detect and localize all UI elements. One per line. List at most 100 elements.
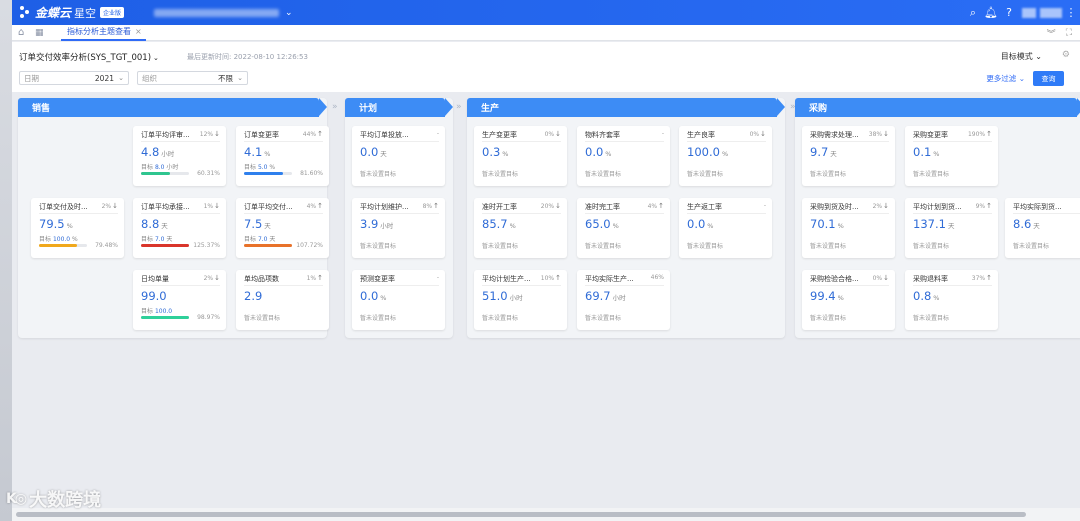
- completion-ratio: 81.60%: [300, 170, 323, 177]
- more-filter-link[interactable]: 更多过滤 ⌄: [986, 73, 1025, 84]
- home-icon[interactable]: ⌂: [18, 27, 32, 38]
- help-icon[interactable]: ?: [1000, 0, 1018, 25]
- indicator-card[interactable]: 单均品项数 1%↑ 2.9 暂未设置目标: [236, 270, 329, 330]
- indicator-card[interactable]: 订单交付及时... 2%↓ 79.5% 目标 100.0 % 79.48%: [31, 198, 124, 258]
- chevron-down-icon[interactable]: ⌄: [285, 8, 293, 18]
- indicator-card[interactable]: 平均实际生产... 46% 69.7 小时 暂未设置目标: [577, 270, 670, 330]
- value-unit: %: [933, 150, 940, 158]
- indicator-name: 生产返工率: [687, 203, 722, 211]
- indicator-card[interactable]: 预测变更率 - 0.0% 暂未设置目标: [352, 270, 445, 330]
- target-label: 目标: [141, 164, 154, 171]
- indicator-card[interactable]: 平均计划生产... 10%↑ 51.0 小时 暂未设置目标: [474, 270, 567, 330]
- indicator-value: 65.0%: [585, 217, 619, 231]
- indicator-card[interactable]: 准时开工率 20%↓ 85.7% 暂未设置目标: [474, 198, 567, 258]
- report-selector[interactable]: 订单交付效率分析(SYS_TGT_001) ⌄: [19, 51, 159, 63]
- kingdee-logo-icon: [20, 5, 30, 20]
- account-selector-blurred[interactable]: [154, 8, 280, 17]
- value-number: 8.8: [141, 217, 160, 231]
- completion-ratio: 107.72%: [296, 242, 323, 249]
- value-number: 0.3: [482, 145, 501, 159]
- no-target-text: 暂未设置目标: [482, 243, 519, 250]
- indicator-value: 70.1%: [810, 217, 844, 231]
- bell-icon[interactable]: 🔔︎: [982, 0, 1000, 25]
- change-value: 190%: [967, 131, 986, 138]
- no-target-text: 暂未设置目标: [482, 315, 519, 322]
- change-value: 1%: [203, 203, 214, 210]
- value-unit: 天: [264, 222, 271, 230]
- trend-down-icon: ↓: [760, 130, 766, 138]
- target-line: 目标 100.0 %: [39, 234, 78, 243]
- divider: [360, 285, 439, 286]
- query-button[interactable]: 查询: [1033, 71, 1064, 86]
- gear-icon[interactable]: ⚙: [1062, 50, 1070, 60]
- indicator-card[interactable]: 平均实际到货... 8.6 天暂未设置目标: [1005, 198, 1080, 258]
- indicator-card[interactable]: 采购退料率 37%↑ 0.8% 暂未设置目标: [905, 270, 998, 330]
- avatar[interactable]: [1022, 7, 1036, 18]
- trend-up-icon: ↑: [433, 202, 439, 210]
- indicator-card[interactable]: 平均计划维护... 8%↑ 3.9 小时 暂未设置目标: [352, 198, 445, 258]
- apps-grid-icon[interactable]: ▦: [35, 28, 49, 38]
- divider: [585, 213, 664, 214]
- watermark-text: 大数跨境: [29, 490, 102, 511]
- search-icon[interactable]: ⌕: [964, 0, 982, 25]
- fullscreen-icon[interactable]: ⛶: [1066, 28, 1072, 38]
- progress-bar: [244, 172, 292, 175]
- change-value: -: [763, 202, 766, 209]
- indicator-card[interactable]: 生产良率 0%↓ 100.0% 暂未设置目标: [679, 126, 772, 186]
- change-value: 0%: [872, 275, 883, 282]
- divider: [482, 141, 561, 142]
- indicator-card[interactable]: 采购变更率 190%↑ 0.1% 暂未设置目标: [905, 126, 998, 186]
- value-unit: %: [66, 222, 73, 230]
- target-value: 5.0: [257, 164, 268, 171]
- divider: [141, 285, 220, 286]
- indicator-card[interactable]: 订单平均评审... 12%↓ 4.8 小时 目标 8.0 小时 60.31%: [133, 126, 226, 186]
- change-value: 0%: [749, 131, 760, 138]
- org-filter[interactable]: 组织 不限 ⌄: [137, 71, 248, 85]
- more-icon[interactable]: ⋮: [1062, 0, 1080, 25]
- indicator-name: 物料齐套率: [585, 131, 620, 139]
- target-line: 目标 7.0 天: [141, 234, 172, 243]
- horizontal-scrollbar[interactable]: [12, 508, 1080, 521]
- trend-down-icon: ↓: [883, 202, 889, 210]
- divider: [810, 285, 889, 286]
- date-filter[interactable]: 日期 2021 ⌄: [19, 71, 129, 85]
- change-value: 0%: [544, 131, 555, 138]
- completion-ratio: 60.31%: [197, 170, 220, 177]
- indicator-card[interactable]: 生产变更率 0%↓ 0.3% 暂未设置目标: [474, 126, 567, 186]
- panel-purchase: 采购 采购需求处理... 38%↓ 9.7 天暂未设置目标 采购变更率 190%↑…: [795, 98, 1080, 338]
- mode-selector[interactable]: 目标模式 ⌄: [1001, 51, 1042, 62]
- indicator-card[interactable]: 订单平均承接... 1%↓ 8.8 天 目标 7.0 天 125.37%: [133, 198, 226, 258]
- indicator-card[interactable]: 准时完工率 4%↑ 65.0% 暂未设置目标: [577, 198, 670, 258]
- divider: [244, 141, 323, 142]
- indicator-value: 7.5 天: [244, 217, 271, 231]
- change-value: 1%: [306, 275, 317, 282]
- indicator-card[interactable]: 采购需求处理... 38%↓ 9.7 天暂未设置目标: [802, 126, 895, 186]
- value-unit: 小时: [161, 150, 175, 158]
- tab-indicator-analysis[interactable]: 指标分析主题查看 ×: [61, 24, 146, 41]
- indicator-card[interactable]: 平均计划到货... 9%↑ 137.1 天暂未设置目标: [905, 198, 998, 258]
- user-name-blurred[interactable]: [1040, 7, 1062, 18]
- target-line: 目标 7.0 天: [244, 234, 275, 243]
- indicator-value: 69.7 小时: [585, 289, 626, 303]
- trend-down-icon: ↓: [112, 202, 118, 210]
- chevron-down-icon: ⌄: [237, 74, 243, 82]
- change-percent: 190%↑: [968, 130, 992, 138]
- value-number: 4.1: [244, 145, 263, 159]
- indicator-card[interactable]: 生产返工率 - 0.0% 暂未设置目标: [679, 198, 772, 258]
- indicator-card[interactable]: 采购检验合格... 0%↓ 99.4% 暂未设置目标: [802, 270, 895, 330]
- divider: [360, 141, 439, 142]
- indicator-card[interactable]: 日均单量 2%↓ 99.0 目标 100.0 98.97%: [133, 270, 226, 330]
- indicator-card[interactable]: 平均订单投放... - 0.0 天暂未设置目标: [352, 126, 445, 186]
- scrollbar-thumb[interactable]: [16, 512, 1026, 517]
- chevron-right-icon: »: [332, 102, 338, 112]
- change-percent: 9%↑: [976, 202, 992, 210]
- indicator-card[interactable]: 订单变更率 44%↑ 4.1% 目标 5.0 % 81.60%: [236, 126, 329, 186]
- indicator-card[interactable]: 订单平均交付... 4%↑ 7.5 天 目标 7.0 天 107.72%: [236, 198, 329, 258]
- divider: [360, 213, 439, 214]
- trend-up-icon: ↑: [555, 274, 561, 282]
- target-unit: 小时: [166, 164, 179, 171]
- indicator-card[interactable]: 物料齐套率 - 0.0% 暂未设置目标: [577, 126, 670, 186]
- indicator-card[interactable]: 采购到货及时... 2%↓ 70.1% 暂未设置目标: [802, 198, 895, 258]
- collapse-icon[interactable]: ︾: [1047, 27, 1056, 40]
- close-icon[interactable]: ×: [135, 27, 142, 36]
